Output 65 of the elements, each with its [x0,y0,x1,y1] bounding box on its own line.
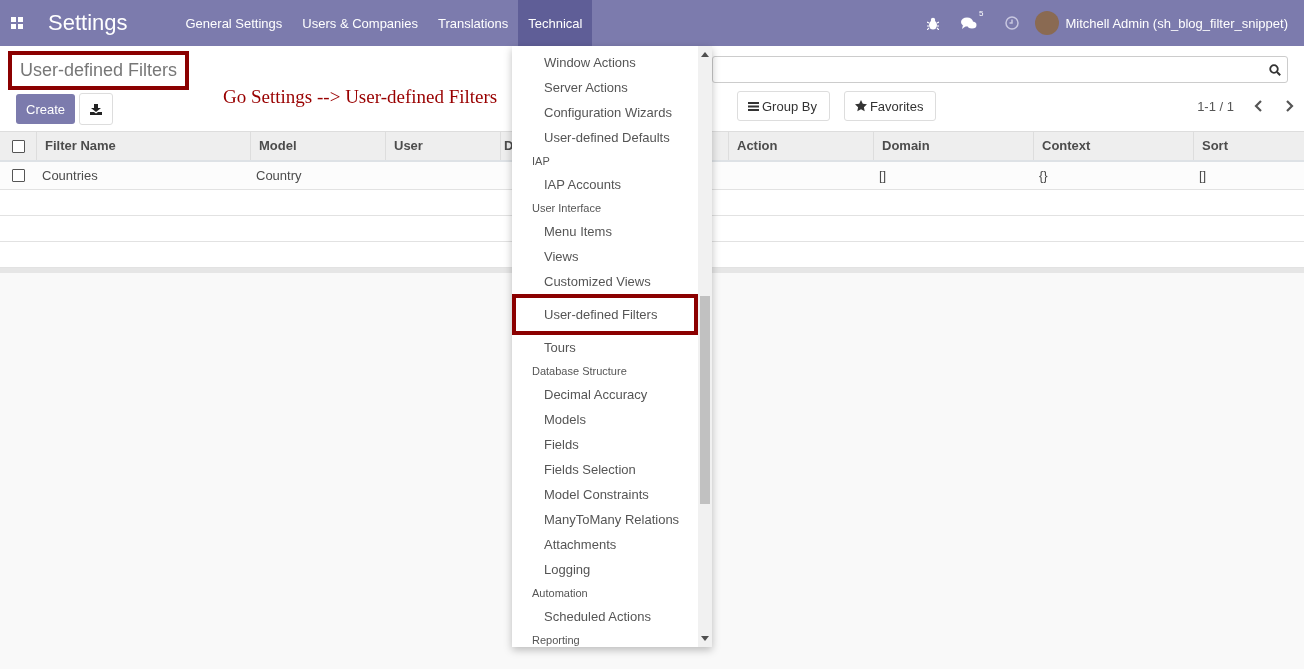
column-header[interactable]: Sort [1193,132,1304,160]
menu-item[interactable]: User-defined Filters [512,294,698,335]
chat-icon[interactable] [961,16,977,30]
message-count: 5 [979,8,984,20]
menu-item[interactable]: User-defined Defaults [512,125,698,150]
menu-item[interactable]: Models [512,407,698,432]
menu-item[interactable]: Fields Selection [512,457,698,482]
menu-item[interactable]: Decimal Accuracy [512,382,698,407]
menu-item[interactable]: Views [512,244,698,269]
star-icon [854,100,867,112]
download-button[interactable] [79,93,114,125]
table-cell-text: [] [878,168,888,183]
menu-section-title: User Interface [531,201,603,216]
pager-text: 1-1 / 1 [1197,98,1234,114]
filter-button[interactable]: Favorites [843,91,937,121]
scrollbar-thumb[interactable] [700,296,710,504]
bug-icon[interactable] [927,16,939,30]
menu-section-title: Database Structure [531,364,628,379]
menu-item[interactable]: Menu Items [512,219,698,244]
create-button[interactable]: Create [16,94,76,124]
column-header[interactable]: Filter Name [36,132,250,160]
menu-item[interactable]: Configuration Wizards [512,100,698,125]
menu-section-title: Automation [531,586,589,601]
table-cell-text: {} [1038,168,1049,183]
menu-item[interactable]: Users & Companies [292,0,428,46]
menu-section-title: Reporting [531,633,581,647]
table-cell-text: [] [1198,168,1208,183]
search-icon[interactable] [1269,63,1281,76]
menu-item[interactable]: Logging [512,557,698,582]
menu-item[interactable]: Window Actions [512,50,698,75]
menu-item[interactable]: ManyToMany Relations [512,507,698,532]
menu-item[interactable]: Attachments [512,532,698,557]
checkbox[interactable] [11,169,25,182]
next-icon[interactable] [1285,100,1294,112]
list-icon [748,101,759,111]
column-header[interactable]: Context [1033,132,1193,160]
menu-item[interactable]: Tours [512,335,698,360]
page-title: User-defined Filters [8,50,190,90]
search-field[interactable] [712,56,1288,83]
column-header[interactable]: User [385,132,500,160]
menu-item[interactable]: General Settings [175,0,293,46]
apps-icon[interactable] [11,17,23,29]
column-header[interactable]: Model [250,132,385,160]
checkbox[interactable] [11,139,25,153]
scroll-down-icon[interactable] [701,636,709,641]
download-icon [90,103,103,115]
filter-button[interactable]: Group By [737,91,830,121]
menu-item[interactable]: Scheduled Actions [512,604,698,629]
table-cell-text: Countries [41,168,99,183]
annotation-text: Go Settings --> User-defined Filters [223,86,498,108]
menu-item[interactable]: Server Actions [512,75,698,100]
previous-icon[interactable] [1254,100,1263,112]
scroll-up-icon[interactable] [701,52,709,57]
menu-item[interactable]: Technical [518,0,593,46]
user-name[interactable]: Mitchell Admin (sh_blog_filter_snippet) [1065,15,1288,31]
menu-item[interactable]: Customized Views [512,269,698,294]
table-cell-text: Country [255,168,303,183]
menu-item[interactable]: Model Constraints [512,482,698,507]
menu-item[interactable]: IAP Accounts [512,172,698,197]
menu-item[interactable]: Fields [512,432,698,457]
app-title: Settings [48,10,128,36]
menu-item[interactable]: Translations [427,0,519,46]
column-header[interactable]: Action [728,132,873,160]
column-header[interactable]: Domain [873,132,1033,160]
menu-section-title: IAP [531,154,551,169]
